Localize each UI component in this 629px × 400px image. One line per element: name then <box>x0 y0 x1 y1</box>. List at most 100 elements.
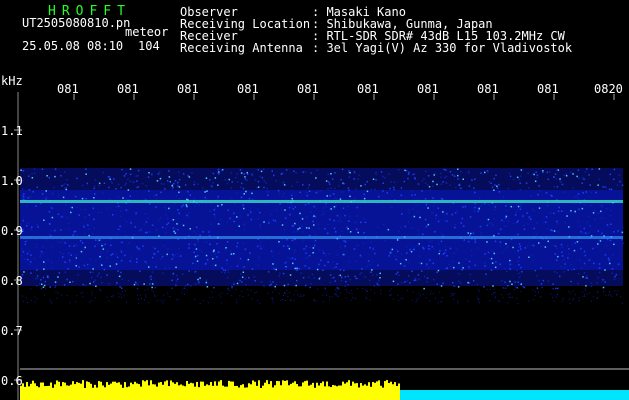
noise-speck <box>116 282 118 284</box>
noise-speck <box>176 299 178 301</box>
noise-speck <box>233 212 235 215</box>
level-bar <box>128 386 130 400</box>
noise-speck <box>542 170 544 172</box>
noise-speck <box>408 171 410 174</box>
noise-speck <box>193 230 195 233</box>
noise-speck <box>34 172 36 174</box>
noise-speck <box>533 227 535 230</box>
noise-speck <box>279 192 281 195</box>
noise-speck <box>432 197 434 199</box>
noise-speck <box>456 210 459 213</box>
noise-speck <box>366 297 368 299</box>
noise-speck <box>165 208 168 211</box>
noise-speck <box>247 294 249 296</box>
noise-speck <box>536 275 538 277</box>
noise-speck <box>146 262 148 264</box>
noise-speck <box>441 232 443 235</box>
noise-speck <box>583 272 586 274</box>
noise-speck <box>347 284 349 286</box>
noise-speck <box>513 288 515 290</box>
noise-speck <box>230 265 232 268</box>
noise-speck <box>298 268 300 270</box>
noise-speck <box>520 266 522 269</box>
noise-speck <box>307 276 310 278</box>
level-bar <box>344 383 346 400</box>
noise-speck <box>411 189 413 192</box>
noise-speck <box>51 261 53 264</box>
level-bar <box>162 384 164 400</box>
noise-speck <box>273 268 275 270</box>
noise-speck <box>519 245 522 248</box>
noise-speck <box>578 300 580 302</box>
noise-speck <box>553 185 555 188</box>
noise-speck <box>257 264 260 266</box>
noise-speck <box>32 191 34 193</box>
noise-speck <box>479 197 481 199</box>
noise-speck <box>120 271 122 274</box>
noise-speck <box>31 226 33 228</box>
noise-speck <box>302 184 304 186</box>
noise-speck <box>498 301 500 302</box>
noise-speck <box>392 186 395 189</box>
noise-speck <box>49 286 51 288</box>
level-bar <box>120 384 122 400</box>
noise-speck <box>129 260 132 262</box>
noise-speck <box>80 250 83 253</box>
level-bar <box>382 387 384 400</box>
level-bar <box>148 385 150 400</box>
noise-speck <box>28 189 31 191</box>
noise-speck <box>433 174 435 176</box>
noise-speck <box>449 184 451 186</box>
noise-speck <box>110 244 112 246</box>
level-bar <box>314 387 316 400</box>
noise-speck <box>596 291 598 293</box>
noise-speck <box>619 296 621 298</box>
noise-speck <box>493 288 495 290</box>
noise-speck <box>348 260 351 263</box>
level-bar <box>212 385 214 400</box>
noise-speck <box>102 248 105 250</box>
noise-speck <box>166 223 168 226</box>
x-tick-label: 081 <box>177 82 199 96</box>
noise-speck <box>336 254 339 256</box>
noise-speck <box>474 206 476 209</box>
noise-speck <box>222 269 225 271</box>
noise-speck <box>254 280 256 282</box>
carrier-line-upper <box>20 200 623 203</box>
noise-speck <box>50 302 52 304</box>
noise-speck <box>304 203 307 206</box>
noise-speck <box>158 218 160 221</box>
noise-speck <box>598 271 601 274</box>
noise-speck <box>573 249 576 252</box>
noise-speck <box>573 298 575 300</box>
level-bar <box>92 387 94 400</box>
noise-speck <box>452 293 454 295</box>
noise-speck <box>196 226 198 229</box>
noise-speck <box>523 228 526 231</box>
noise-speck <box>432 185 434 188</box>
noise-speck <box>160 258 162 260</box>
noise-speck <box>537 291 539 293</box>
noise-speck <box>490 182 492 184</box>
noise-speck <box>474 211 476 213</box>
noise-speck <box>518 243 521 245</box>
noise-speck <box>322 210 324 213</box>
noise-speck <box>599 240 602 242</box>
noise-speck <box>576 175 578 178</box>
noise-speck <box>404 169 406 172</box>
noise-speck <box>144 289 146 291</box>
noise-speck <box>423 247 425 250</box>
noise-speck <box>291 198 293 200</box>
noise-speck <box>496 185 498 187</box>
level-bar <box>42 382 44 400</box>
noise-speck <box>95 297 97 299</box>
noise-speck <box>495 296 497 298</box>
noise-speck <box>445 169 447 171</box>
level-bar <box>238 387 240 400</box>
noise-speck <box>172 272 174 275</box>
noise-speck <box>474 264 476 267</box>
level-bar <box>370 386 372 400</box>
noise-speck <box>557 231 559 233</box>
noise-speck <box>519 204 522 206</box>
level-bar <box>364 384 366 400</box>
